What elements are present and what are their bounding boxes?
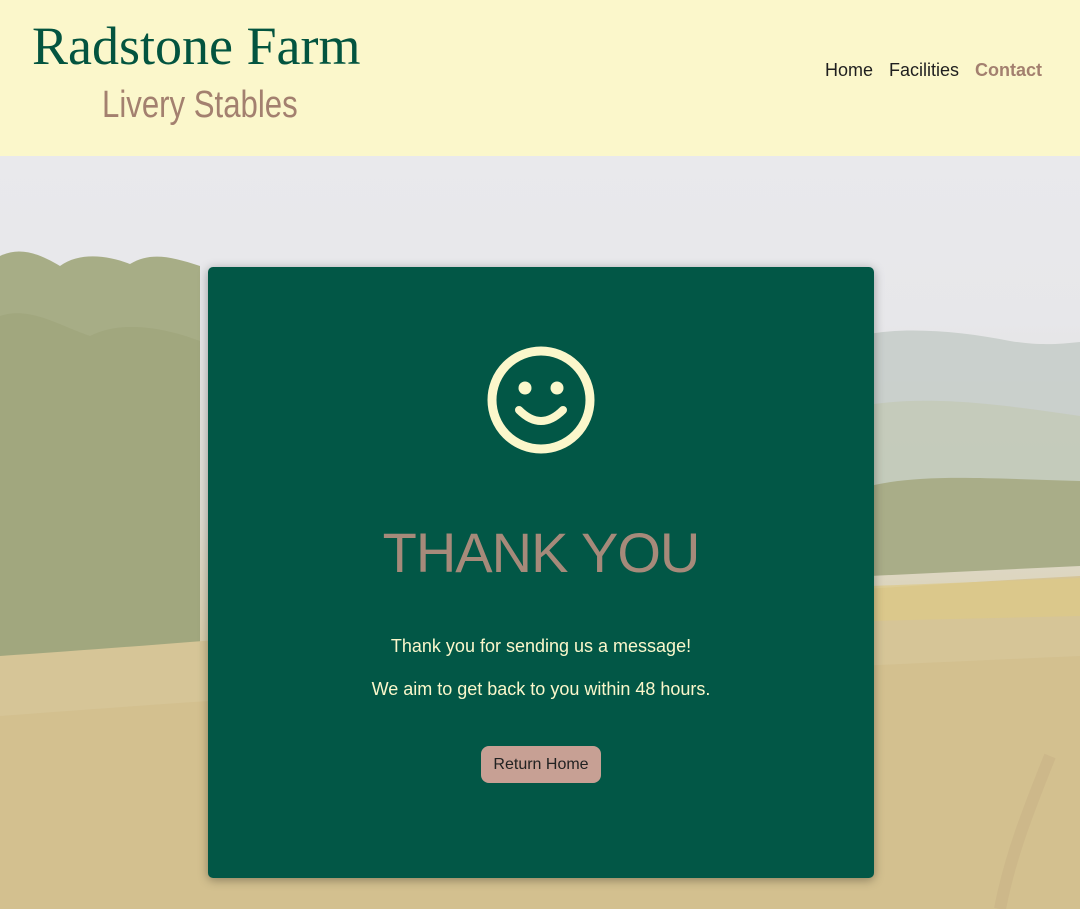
response-time-message: We aim to get back to you within 48 hour… [371,679,711,699]
thank-you-heading: THANK YOU [382,521,701,584]
nav-contact[interactable]: Contact [975,59,1042,81]
main-nav: Home Facilities Contact [825,59,1042,81]
nav-home[interactable]: Home [825,59,873,81]
return-home-button[interactable]: Return Home [481,746,601,783]
site-title[interactable]: Radstone Farm [32,14,360,78]
site-subtitle: Livery Stables [102,84,298,126]
site-header: Radstone Farm Livery Stables Home Facili… [0,0,1080,156]
smiley-face-icon [487,346,595,454]
nav-facilities[interactable]: Facilities [889,59,959,81]
thank-you-card: THANK YOU Thank you for sending us a mes… [208,267,874,878]
confirmation-message: Thank you for sending us a message! [390,636,692,656]
